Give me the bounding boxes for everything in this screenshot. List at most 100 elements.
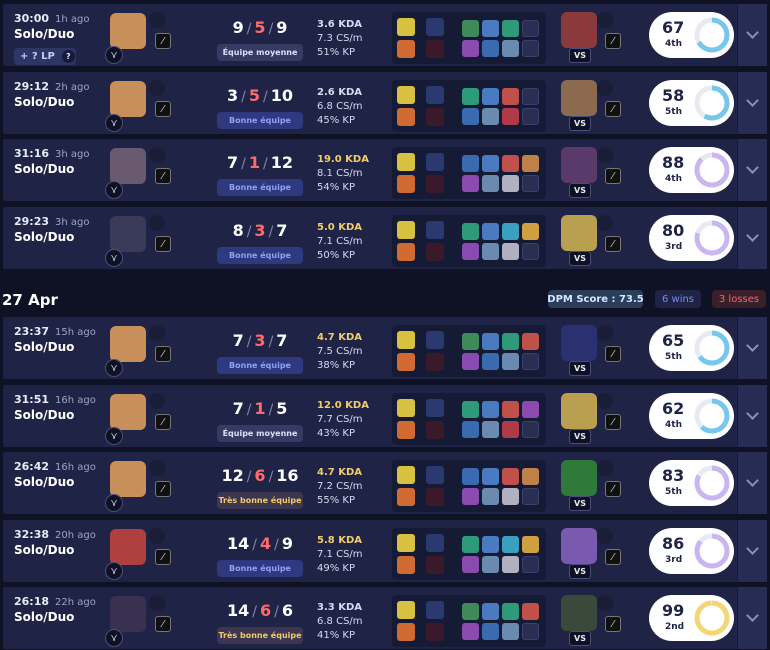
cs-per-minute: 6.8 CS/m: [317, 101, 363, 112]
expand-match-button[interactable]: [737, 452, 767, 514]
item-icon: [502, 155, 519, 172]
opponent-rune-secondary-icon: ⁄: [605, 168, 621, 184]
item-icon: [502, 421, 519, 438]
opponent-rune-icon: [597, 12, 613, 28]
game-duration: 29:12 2h ago: [14, 80, 90, 93]
item-icon: [522, 603, 539, 620]
champion-portrait: [110, 148, 146, 184]
score-rank: 4th: [665, 174, 682, 184]
match-row[interactable]: 26:18 22h ago Solo/Duo ⁄ ⋎ 14/6/6 Très bo…: [3, 587, 767, 649]
chevron-down-icon: [746, 609, 759, 622]
match-stats: 12.0 KDA 7.7 CS/m 43% KP: [317, 399, 369, 441]
kda-ratio: 3.3 KDA: [317, 602, 362, 613]
queue-type: Solo/Duo: [14, 408, 75, 422]
kda-score: 9/5/9: [232, 18, 288, 37]
score-ring: [694, 600, 730, 636]
flash-spell-icon: [397, 534, 415, 552]
kill-participation: 50% KP: [317, 250, 355, 261]
item-icon: [522, 536, 539, 553]
queue-type: Solo/Duo: [14, 340, 75, 354]
item-icon: [502, 468, 519, 485]
kill-participation: 49% KP: [317, 563, 355, 574]
build-panel: [392, 460, 546, 512]
vs-label: VS: [569, 361, 591, 376]
expand-match-button[interactable]: [737, 139, 767, 201]
item-icon: [462, 175, 479, 192]
opponent-rune-secondary-icon: ⁄: [605, 236, 621, 252]
match-row[interactable]: 29:23 3h ago Solo/Duo ⁄ ⋎ 8/3/7 Bonne équ…: [3, 207, 767, 269]
empty-item-slot: [522, 488, 539, 505]
keystone-rune-icon: [426, 399, 444, 417]
lane-icon: ⋎: [105, 249, 123, 267]
kda-score: 12/6/16: [221, 466, 299, 485]
cs-per-minute: 7.1 CS/m: [317, 549, 363, 560]
secondary-rune-icon: [426, 243, 444, 261]
expand-match-button[interactable]: [737, 207, 767, 269]
game-duration: 31:16 3h ago: [14, 147, 90, 160]
opponent: ⁄ VS: [561, 12, 621, 66]
item-icon: [462, 223, 479, 240]
item-icon: [502, 223, 519, 240]
performance-score: 80 3rd: [649, 215, 734, 261]
flash-spell-icon: [397, 153, 415, 171]
rune-icon: [149, 147, 165, 163]
ignite-spell-icon: [397, 488, 415, 506]
match-row[interactable]: 31:51 16h ago Solo/Duo ⁄ ⋎ 7/1/5 Équipe m…: [3, 385, 767, 447]
item-icon: [502, 108, 519, 125]
expand-match-button[interactable]: [737, 4, 767, 66]
score-value: 99: [662, 601, 685, 620]
score-ring: [694, 398, 730, 434]
help-icon[interactable]: ?: [61, 50, 75, 63]
match-row[interactable]: 30:00 1h ago Solo/Duo + ? LP? ⁄ ⋎ 9/5/9 É…: [3, 4, 767, 66]
kill-participation: 51% KP: [317, 47, 355, 58]
expand-match-button[interactable]: [737, 72, 767, 134]
lane-icon: ⋎: [105, 562, 123, 580]
chevron-down-icon: [746, 26, 759, 39]
item-icon: [462, 556, 479, 573]
score-ring: [694, 220, 730, 256]
rune-icon: [149, 12, 165, 28]
chevron-down-icon: [746, 542, 759, 555]
opponent-portrait: [561, 393, 597, 429]
expand-match-button[interactable]: [737, 520, 767, 582]
match-row[interactable]: 26:42 16h ago Solo/Duo ⁄ ⋎ 12/6/16 Très b…: [3, 452, 767, 514]
score-rank: 4th: [665, 39, 682, 49]
ignite-spell-icon: [397, 40, 415, 58]
score-rank: 2nd: [665, 622, 685, 632]
kda-ratio: 4.7 KDA: [317, 467, 362, 478]
score-ring: [694, 465, 730, 501]
score-ring: [694, 17, 730, 53]
opponent-portrait: [561, 147, 597, 183]
chevron-down-icon: [746, 94, 759, 107]
vs-label: VS: [569, 564, 591, 579]
item-icon: [462, 243, 479, 260]
kda-ratio: 4.7 KDA: [317, 332, 362, 343]
ignite-spell-icon: [397, 353, 415, 371]
match-row[interactable]: 23:37 15h ago Solo/Duo ⁄ ⋎ 7/3/7 Bonne éq…: [3, 317, 767, 379]
match-row[interactable]: 32:38 20h ago Solo/Duo ⁄ ⋎ 14/4/9 Bonne é…: [3, 520, 767, 582]
match-stats: 19.0 KDA 8.1 CS/m 54% KP: [317, 153, 369, 195]
expand-match-button[interactable]: [737, 385, 767, 447]
match-row[interactable]: 29:12 2h ago Solo/Duo ⁄ ⋎ 3/5/10 Bonne éq…: [3, 72, 767, 134]
score-rank: 5th: [665, 107, 682, 117]
time-ago: 20h ago: [55, 530, 96, 541]
item-icon: [482, 223, 499, 240]
lp-badge[interactable]: + ? LP?: [14, 48, 76, 65]
opponent: ⁄ VS: [561, 528, 621, 582]
rune-secondary-icon: ⁄: [155, 346, 171, 362]
chevron-down-icon: [746, 474, 759, 487]
cs-per-minute: 7.7 CS/m: [317, 414, 363, 425]
expand-match-button[interactable]: [737, 587, 767, 649]
empty-item-slot: [522, 108, 539, 125]
item-icon: [482, 353, 499, 370]
item-icon: [482, 88, 499, 105]
secondary-rune-icon: [426, 353, 444, 371]
match-row[interactable]: 31:16 3h ago Solo/Duo ⁄ ⋎ 7/1/12 Bonne éq…: [3, 139, 767, 201]
item-icon: [502, 603, 519, 620]
time-ago: 2h ago: [55, 82, 90, 93]
item-icon: [502, 623, 519, 640]
empty-item-slot: [522, 40, 539, 57]
build-panel: [392, 147, 546, 199]
expand-match-button[interactable]: [737, 317, 767, 379]
secondary-rune-icon: [426, 556, 444, 574]
